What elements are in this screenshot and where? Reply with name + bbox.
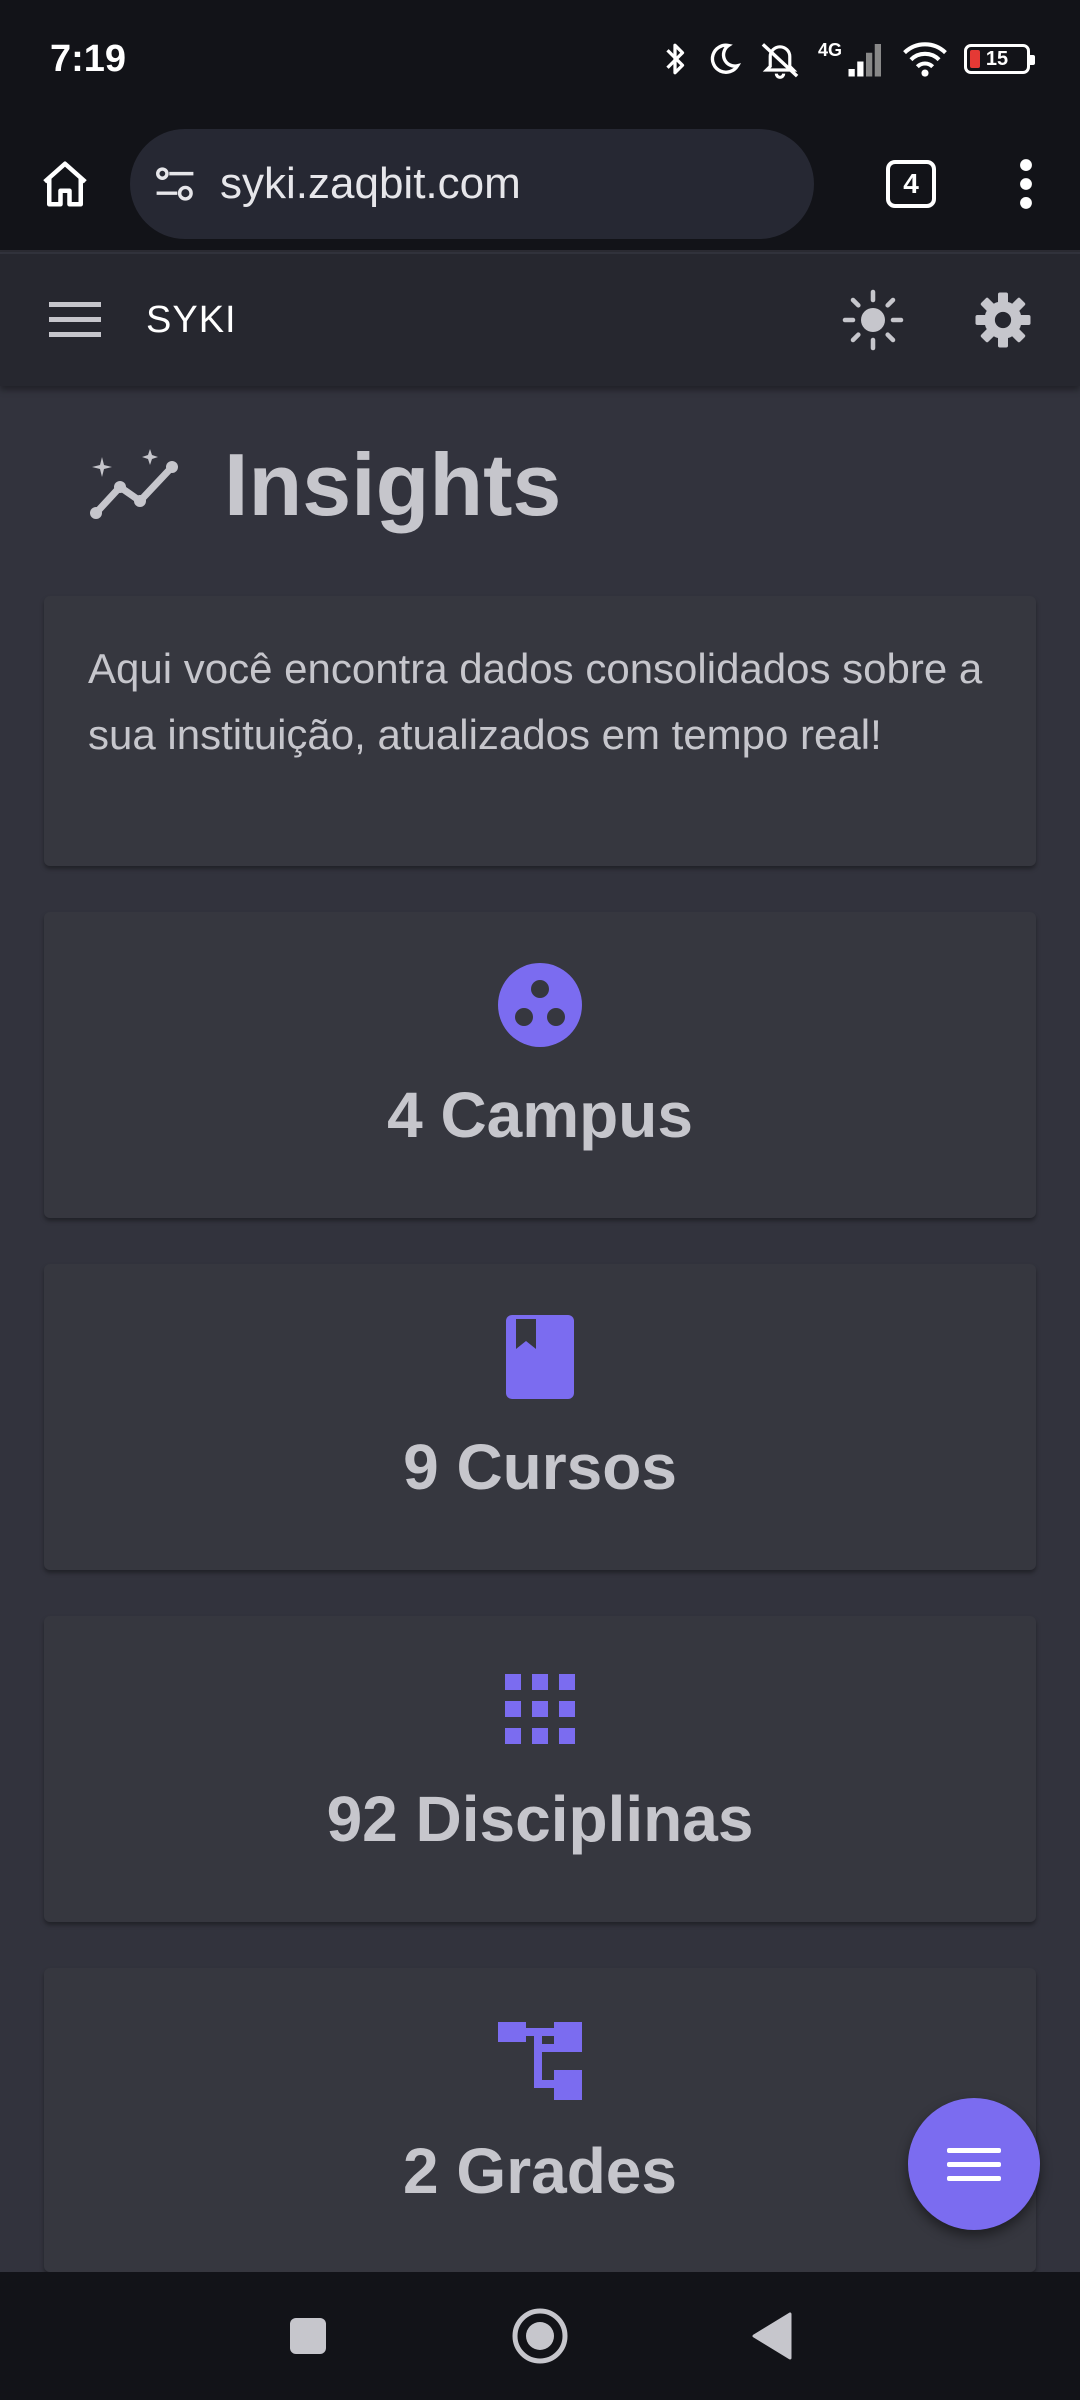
menu-icon: [947, 2148, 1001, 2181]
back-button[interactable]: [656, 2272, 888, 2400]
home-button[interactable]: [424, 2272, 656, 2400]
sun-icon: [842, 289, 904, 351]
back-triangle-icon: [752, 2312, 792, 2360]
book-icon: [506, 1315, 574, 1399]
bluetooth-icon: [666, 43, 685, 75]
silent-bell-icon: [761, 43, 799, 79]
page-header: Insights: [88, 420, 561, 550]
browser-home-button[interactable]: [0, 117, 130, 251]
more-vertical-icon: [1020, 159, 1032, 209]
moon-icon: [710, 43, 742, 74]
tab-switcher-button[interactable]: 4: [846, 117, 976, 251]
stat-label: 4 Campus: [387, 1079, 693, 1151]
network-type: 4G: [817, 39, 842, 60]
stat-card-cursos[interactable]: 9 Cursos: [44, 1264, 1036, 1570]
battery-icon: 15: [964, 44, 1035, 74]
home-icon: [43, 161, 87, 207]
theme-toggle-button[interactable]: [808, 254, 938, 386]
hierarchy-icon: [498, 2022, 582, 2100]
app-bar: SYKI: [0, 254, 1080, 386]
info-description: Aqui você encontra dados consolidados so…: [88, 645, 983, 758]
hamburger-menu-icon: [49, 302, 101, 337]
cellular-signal-icon: [848, 44, 881, 77]
address-bar[interactable]: syki.zaqbit.com: [130, 129, 814, 239]
page-title: Insights: [224, 435, 562, 534]
tab-count: 4: [886, 160, 936, 208]
recents-button[interactable]: [192, 2272, 424, 2400]
info-card: Aqui você encontra dados consolidados so…: [44, 596, 1036, 866]
stat-label: 92 Disciplinas: [326, 1783, 754, 1855]
settings-button[interactable]: [938, 254, 1068, 386]
stat-card-campus[interactable]: 4 Campus: [44, 912, 1036, 1218]
browser-toolbar: syki.zaqbit.com 4: [0, 118, 1080, 252]
app-title: SYKI: [146, 298, 237, 341]
stat-label: 2 Grades: [403, 2135, 677, 2207]
status-time: 7:19: [50, 37, 127, 80]
grid-icon: [505, 1674, 575, 1744]
gear-icon: [975, 292, 1031, 348]
status-bar: 7:19 4G 15: [0, 0, 1080, 118]
browser-menu-button[interactable]: [976, 117, 1076, 251]
stat-card-grades[interactable]: 2 Grades: [44, 1968, 1036, 2272]
battery-level: 15: [985, 47, 1009, 70]
campus-icon: [498, 963, 582, 1047]
stat-card-disciplinas[interactable]: 92 Disciplinas: [44, 1616, 1036, 1922]
url-text: syki.zaqbit.com: [220, 159, 521, 208]
circle-home-icon: [512, 2308, 568, 2364]
square-icon: [290, 2318, 326, 2354]
wifi-icon: [903, 42, 947, 77]
nav-drawer-button[interactable]: [0, 254, 150, 386]
fab-menu-button[interactable]: [908, 2098, 1040, 2230]
insights-icon: [90, 449, 178, 519]
system-nav-bar: [0, 2272, 1080, 2400]
stat-label: 9 Cursos: [403, 1431, 677, 1503]
site-settings-icon: [156, 167, 194, 201]
status-icons: 4G 15: [660, 39, 1035, 79]
